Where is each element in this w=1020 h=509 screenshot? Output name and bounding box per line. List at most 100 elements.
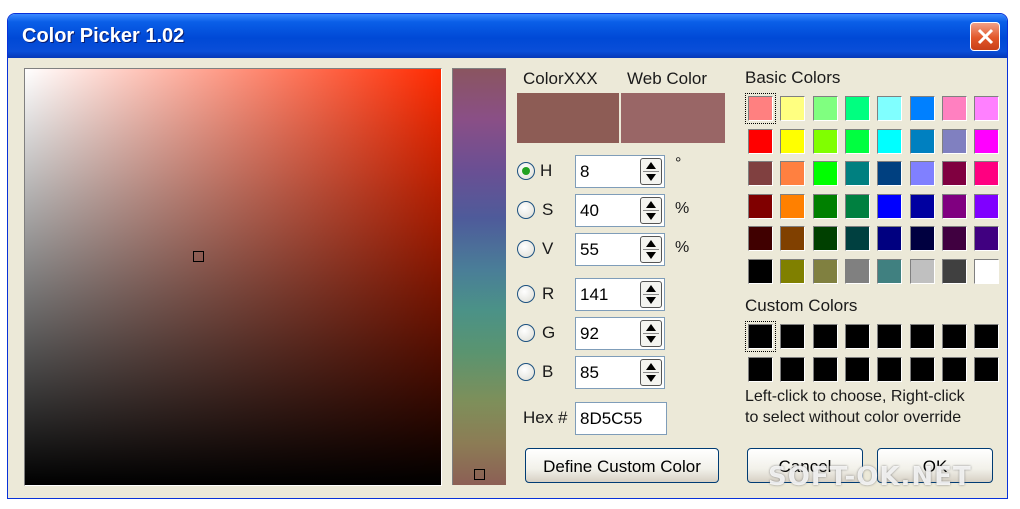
green-spinner[interactable] bbox=[640, 320, 662, 347]
green-field bbox=[575, 317, 665, 350]
basic-color-swatch-5[interactable] bbox=[877, 96, 903, 121]
red-label: R bbox=[542, 284, 555, 303]
saturation-value-picker[interactable] bbox=[24, 68, 442, 486]
basic-color-swatch-37[interactable] bbox=[877, 226, 903, 251]
custom-color-swatch-2[interactable] bbox=[780, 324, 806, 349]
basic-color-swatch-13[interactable] bbox=[877, 128, 903, 154]
basic-color-swatch-43[interactable] bbox=[812, 258, 838, 284]
basic-color-swatch-32[interactable] bbox=[974, 193, 1000, 219]
hex-input[interactable] bbox=[576, 403, 666, 434]
hue-radio[interactable] bbox=[517, 162, 535, 180]
basic-color-swatch-4[interactable] bbox=[844, 96, 870, 121]
value-spinner[interactable] bbox=[640, 236, 662, 263]
basic-color-swatch-45[interactable] bbox=[877, 258, 903, 284]
custom-color-swatch-7[interactable] bbox=[941, 324, 967, 349]
basic-color-swatch-15[interactable] bbox=[941, 128, 967, 154]
custom-color-swatch-16[interactable] bbox=[974, 356, 1000, 382]
basic-color-swatch-30[interactable] bbox=[909, 193, 935, 219]
saturation-spinner[interactable] bbox=[640, 197, 662, 224]
basic-color-swatch-2[interactable] bbox=[780, 96, 806, 121]
red-spinner[interactable] bbox=[640, 281, 662, 308]
custom-color-swatch-selection-outline bbox=[745, 321, 776, 352]
basic-color-swatch-18[interactable] bbox=[780, 161, 806, 186]
basic-color-swatch-21[interactable] bbox=[877, 161, 903, 186]
hue-marker[interactable] bbox=[474, 469, 485, 480]
basic-color-swatch-20[interactable] bbox=[844, 161, 870, 186]
red-radio[interactable] bbox=[517, 285, 535, 303]
custom-color-swatch-10[interactable] bbox=[780, 356, 806, 382]
hue-input[interactable] bbox=[576, 156, 638, 187]
basic-color-swatch-10[interactable] bbox=[780, 128, 806, 154]
basic-color-swatch-19[interactable] bbox=[812, 161, 838, 186]
basic-color-swatch-44[interactable] bbox=[844, 258, 870, 284]
define-custom-color-button[interactable]: Define Custom Color bbox=[525, 448, 719, 483]
value-radio[interactable] bbox=[517, 240, 535, 258]
basic-color-swatch-28[interactable] bbox=[844, 193, 870, 219]
basic-color-swatch-40[interactable] bbox=[974, 226, 1000, 251]
custom-color-swatch-11[interactable] bbox=[812, 356, 838, 382]
hue-spinner[interactable] bbox=[640, 158, 662, 185]
green-input[interactable] bbox=[576, 318, 638, 349]
custom-color-swatch-13[interactable] bbox=[877, 356, 903, 382]
custom-color-swatch-15[interactable] bbox=[941, 356, 967, 382]
basic-color-swatch-12[interactable] bbox=[844, 128, 870, 154]
basic-color-swatch-22[interactable] bbox=[909, 161, 935, 186]
basic-color-swatch-3[interactable] bbox=[812, 96, 838, 121]
custom-color-swatch-14[interactable] bbox=[909, 356, 935, 382]
basic-color-swatch-41[interactable] bbox=[748, 258, 773, 284]
basic-color-swatch-27[interactable] bbox=[812, 193, 838, 219]
basic-color-swatch-7[interactable] bbox=[941, 96, 967, 121]
window-title: Color Picker 1.02 bbox=[22, 25, 185, 47]
saturation-input[interactable] bbox=[576, 195, 638, 226]
hue-field bbox=[575, 155, 665, 188]
basic-color-swatch-36[interactable] bbox=[844, 226, 870, 251]
custom-color-swatch-4[interactable] bbox=[844, 324, 870, 349]
custom-color-swatch-5[interactable] bbox=[877, 324, 903, 349]
custom-color-swatch-9[interactable] bbox=[748, 356, 773, 382]
basic-color-swatch-16[interactable] bbox=[974, 128, 1000, 154]
custom-color-swatch-6[interactable] bbox=[909, 324, 935, 349]
basic-color-swatch-25[interactable] bbox=[748, 193, 773, 219]
basic-color-swatch-17[interactable] bbox=[748, 161, 773, 186]
basic-color-swatch-47[interactable] bbox=[941, 258, 967, 284]
basic-colors-label: Basic Colors bbox=[745, 68, 841, 87]
blue-input[interactable] bbox=[576, 357, 638, 388]
blue-spinner[interactable] bbox=[640, 359, 662, 386]
custom-color-swatch-12[interactable] bbox=[844, 356, 870, 382]
saturation-radio[interactable] bbox=[517, 201, 535, 219]
basic-color-swatch-26[interactable] bbox=[780, 193, 806, 219]
close-button[interactable] bbox=[970, 22, 1000, 51]
basic-color-swatch-39[interactable] bbox=[941, 226, 967, 251]
hint-line-2: to select without color override bbox=[745, 409, 962, 426]
basic-color-swatch-24[interactable] bbox=[974, 161, 1000, 186]
basic-color-swatch-31[interactable] bbox=[941, 193, 967, 219]
web-color-swatch[interactable] bbox=[621, 93, 725, 143]
basic-color-swatch-29[interactable] bbox=[877, 193, 903, 219]
basic-color-swatch-6[interactable] bbox=[909, 96, 935, 121]
ok-button[interactable]: OK bbox=[877, 448, 993, 483]
title-bar[interactable]: Color Picker 1.02 bbox=[8, 14, 1007, 58]
custom-color-swatch-3[interactable] bbox=[812, 324, 838, 349]
blue-radio[interactable] bbox=[517, 363, 535, 381]
basic-color-swatch-48[interactable] bbox=[974, 258, 1000, 284]
green-radio[interactable] bbox=[517, 324, 535, 342]
basic-color-swatch-34[interactable] bbox=[780, 226, 806, 251]
sv-marker[interactable] bbox=[193, 251, 204, 262]
basic-color-swatch-23[interactable] bbox=[941, 161, 967, 186]
red-input[interactable] bbox=[576, 279, 638, 310]
basic-color-swatch-42[interactable] bbox=[780, 258, 806, 284]
hue-slider[interactable] bbox=[452, 68, 506, 485]
basic-color-swatch-8[interactable] bbox=[974, 96, 1000, 121]
basic-color-swatch-9[interactable] bbox=[748, 128, 773, 154]
basic-color-swatch-11[interactable] bbox=[812, 128, 838, 154]
close-icon bbox=[977, 28, 994, 45]
custom-color-swatch-8[interactable] bbox=[974, 324, 1000, 349]
basic-color-swatch-35[interactable] bbox=[812, 226, 838, 251]
cancel-button[interactable]: Cancel bbox=[747, 448, 863, 483]
web-color-label: Web Color bbox=[627, 69, 707, 88]
basic-color-swatch-38[interactable] bbox=[909, 226, 935, 251]
basic-color-swatch-33[interactable] bbox=[748, 226, 773, 251]
basic-color-swatch-46[interactable] bbox=[909, 258, 935, 284]
value-input[interactable] bbox=[576, 234, 638, 265]
basic-color-swatch-14[interactable] bbox=[909, 128, 935, 154]
